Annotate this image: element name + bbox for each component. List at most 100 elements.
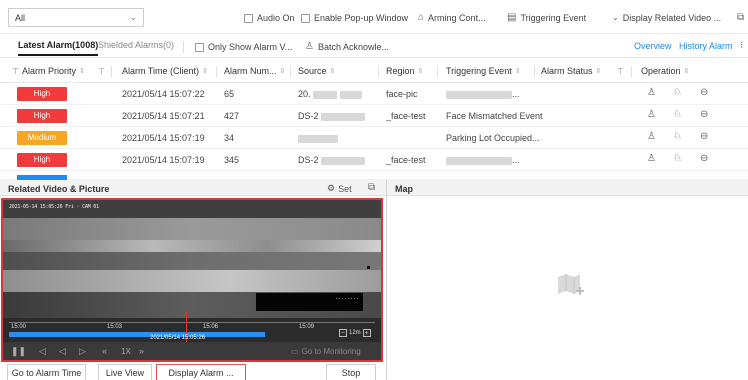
tab-latest-alarm[interactable]: Latest Alarm(1008) bbox=[18, 40, 99, 56]
zoom-in-button[interactable]: + bbox=[362, 329, 371, 337]
only-show-alarm-checkbox[interactable]: Only Show Alarm V... bbox=[195, 40, 292, 54]
header-operation: Operation ⇕ bbox=[641, 66, 689, 76]
table-row[interactable]: High 2021/05/14 15:07:19 345 DS-2 _face-… bbox=[0, 149, 748, 171]
sort-icon[interactable]: ⇕ bbox=[202, 67, 208, 75]
zoom-out-button[interactable]: − bbox=[339, 329, 347, 337]
header-priority-label: Alarm Priority bbox=[21, 66, 76, 76]
col-divider bbox=[437, 66, 438, 77]
acknowledge-icon[interactable]: ♙ bbox=[647, 131, 656, 142]
redacted-block bbox=[446, 90, 512, 99]
handle-alarm-icon[interactable]: ♘ bbox=[673, 153, 682, 164]
col-divider bbox=[111, 66, 112, 77]
filter-icon[interactable]: ⊤ bbox=[12, 67, 19, 76]
previous-frame-icon[interactable]: ◁ bbox=[39, 346, 46, 357]
shield-alarm-icon[interactable]: ⊖ bbox=[700, 153, 708, 164]
fullscreen-icon[interactable]: ⧉ bbox=[737, 11, 744, 25]
play-icon[interactable]: ▷ bbox=[79, 346, 86, 357]
audio-on-check[interactable] bbox=[244, 13, 253, 23]
header-triggering-event-label: Triggering Event bbox=[446, 66, 512, 76]
batch-acknowledge-button[interactable]: ♙ Batch Acknowle... bbox=[305, 40, 389, 54]
triggering-event-label: Triggering Event bbox=[520, 13, 587, 23]
table-row[interactable]: High 2021/05/14 15:07:22 65 20. face-pic… bbox=[0, 83, 748, 105]
handle-alarm-icon[interactable]: ♘ bbox=[673, 109, 682, 120]
sort-icon[interactable]: ⇕ bbox=[330, 67, 336, 75]
sort-icon[interactable]: ⇕ bbox=[596, 67, 602, 75]
alarm-table-header: ⊤ Alarm Priority ⇕ ⊤ Alarm Time (Client)… bbox=[0, 60, 748, 83]
shield-alarm-icon[interactable]: ⊖ bbox=[700, 131, 708, 142]
acknowledge-icon[interactable]: ♙ bbox=[647, 87, 656, 98]
monitor-icon: ▭ bbox=[291, 347, 299, 356]
live-view-button[interactable]: Live View bbox=[98, 364, 152, 380]
header-triggering-event[interactable]: Triggering Event ⇕ bbox=[446, 66, 521, 76]
tab-shielded-alarms[interactable]: Shielded Alarms(0) bbox=[98, 40, 174, 50]
column-settings-icon[interactable]: ⁝ bbox=[740, 41, 743, 51]
table-row[interactable]: Medium 2021/05/14 15:07:19 34 Parking Lo… bbox=[0, 127, 748, 149]
arming-control-button[interactable]: ⌂ Arming Cont... bbox=[418, 11, 486, 25]
display-related-video-dropdown[interactable]: ⌄ Display Related Video ... bbox=[612, 11, 721, 25]
video-band bbox=[3, 240, 381, 252]
header-time[interactable]: Alarm Time (Client) ⇕ bbox=[122, 66, 208, 76]
redacted-block bbox=[321, 112, 366, 121]
panel-title: Related Video & Picture bbox=[8, 184, 110, 194]
sort-icon[interactable]: ⇕ bbox=[515, 67, 521, 75]
audio-on-checkbox[interactable]: Audio On bbox=[244, 11, 295, 25]
header-source[interactable]: Source ⇕ bbox=[298, 66, 335, 76]
go-to-alarm-time-button[interactable]: Go to Alarm Time bbox=[7, 364, 86, 380]
speed-up-icon[interactable]: » bbox=[139, 346, 144, 356]
shield-alarm-icon[interactable]: ⊖ bbox=[700, 109, 708, 120]
status-filter-icon[interactable]: ⊤ bbox=[617, 67, 624, 76]
header-alarm-status[interactable]: Alarm Status ⇕ bbox=[541, 66, 601, 76]
triggering-event-button[interactable]: ▤ Triggering Event bbox=[507, 11, 586, 25]
acknowledge-icon[interactable]: ♙ bbox=[647, 109, 656, 120]
sort-icon[interactable]: ⇕ bbox=[280, 67, 286, 75]
handle-alarm-icon[interactable]: ♘ bbox=[673, 131, 682, 142]
enable-popup-label: Enable Pop-up Window bbox=[314, 13, 409, 23]
add-map-icon[interactable] bbox=[556, 271, 586, 301]
header-alarm-num[interactable]: Alarm Num... ⇕ bbox=[224, 66, 285, 76]
header-time-label: Alarm Time (Client) bbox=[122, 66, 200, 76]
recording-track[interactable] bbox=[9, 332, 265, 337]
map-header: Map bbox=[387, 180, 748, 196]
speed-label: 1X bbox=[121, 347, 131, 356]
sort-icon[interactable]: ⇕ bbox=[79, 67, 85, 75]
region: face-pic bbox=[386, 89, 418, 99]
alarm-type-select[interactable]: All ⌄ bbox=[8, 8, 144, 27]
header-region[interactable]: Region ⇕ bbox=[386, 66, 423, 76]
playback-timeline[interactable]: 15:00 15:03 15:06 15:09 2021/05/14 15:05… bbox=[3, 312, 381, 342]
overview-link[interactable]: Overview bbox=[634, 41, 672, 51]
priority-filter-icon[interactable]: ⊤ bbox=[98, 67, 105, 76]
enable-popup-checkbox[interactable]: Enable Pop-up Window bbox=[301, 11, 408, 25]
only-show-alarm-check[interactable] bbox=[195, 42, 204, 52]
handle-alarm-icon[interactable]: ♘ bbox=[673, 87, 682, 98]
step-back-icon[interactable]: ◁ bbox=[59, 346, 66, 357]
history-alarm-link[interactable]: History Alarm bbox=[679, 41, 733, 51]
stop-button[interactable]: Stop bbox=[326, 364, 376, 380]
table-row[interactable]: High 2021/05/14 15:07:21 427 DS-2 _face-… bbox=[0, 105, 748, 127]
video-player[interactable]: 2021-05-14 15:05:26 Fri · CAM 01 .......… bbox=[1, 198, 383, 362]
popout-icon[interactable]: ⧉ bbox=[368, 182, 375, 193]
alarm-time: 2021/05/14 15:07:19 bbox=[122, 155, 205, 165]
go-to-monitoring-button[interactable]: ▭ Go to Monitoring bbox=[291, 347, 361, 356]
sort-icon[interactable]: ⇕ bbox=[418, 67, 424, 75]
priority-badge: High bbox=[17, 109, 67, 123]
pause-icon[interactable]: ❚❚ bbox=[11, 346, 26, 357]
sort-icon[interactable]: ⇕ bbox=[684, 67, 690, 75]
shield-alarm-icon[interactable]: ⊖ bbox=[700, 87, 708, 98]
only-show-alarm-label: Only Show Alarm V... bbox=[208, 42, 293, 52]
timeline-zoom: − 12m + bbox=[339, 329, 371, 337]
set-button[interactable]: ⚙ Set bbox=[327, 183, 352, 194]
enable-popup-check[interactable] bbox=[301, 13, 310, 23]
related-video-header: Related Video & Picture ⚙ Set ⧉ bbox=[0, 180, 386, 196]
header-priority[interactable]: ⊤ Alarm Priority ⇕ bbox=[12, 66, 85, 76]
header-operation-label: Operation bbox=[641, 66, 681, 76]
col-divider bbox=[534, 66, 535, 77]
source-text: DS-2 bbox=[298, 111, 319, 121]
tick-label: 15:03 bbox=[107, 324, 123, 330]
acknowledge-icon[interactable]: ♙ bbox=[647, 153, 656, 164]
slow-down-icon[interactable]: « bbox=[102, 346, 107, 356]
map-title: Map bbox=[395, 184, 413, 194]
source-cell: DS-2 bbox=[298, 155, 366, 165]
redacted-block bbox=[298, 134, 338, 143]
batch-acknowledge-label: Batch Acknowle... bbox=[317, 42, 390, 52]
display-alarm-button[interactable]: Display Alarm ... bbox=[156, 364, 246, 380]
